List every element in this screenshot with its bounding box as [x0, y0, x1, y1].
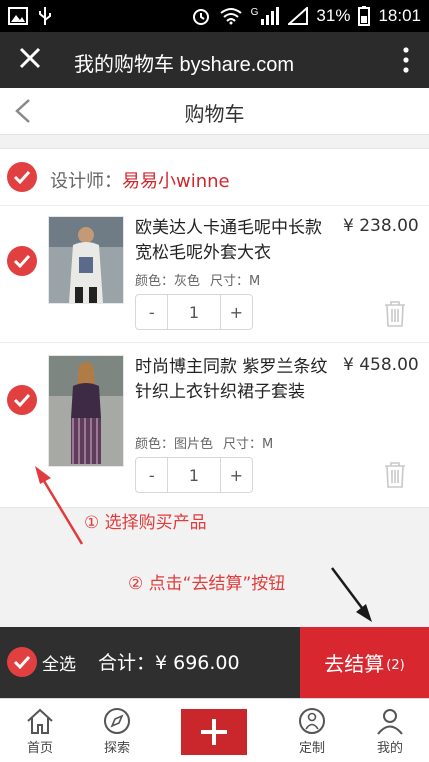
wifi-icon	[220, 8, 242, 25]
tab-profile[interactable]: 我的	[360, 707, 420, 756]
designer-row: 设计师：易易小winne	[0, 149, 429, 206]
tab-publish-button[interactable]	[181, 709, 247, 755]
check-icon	[13, 655, 31, 669]
plus-icon	[201, 719, 227, 745]
browser-title: 我的购物车 byshare.com	[74, 54, 295, 76]
tab-home[interactable]: 首页	[10, 707, 70, 756]
user-icon	[377, 709, 403, 735]
quantity-stepper: - 1 +	[135, 457, 253, 493]
product-image[interactable]	[48, 216, 124, 304]
product-price: ¥ 238.00	[343, 216, 419, 236]
tab-explore[interactable]: 探索	[87, 707, 147, 756]
total-amount: 合计：¥ 696.00	[98, 652, 240, 674]
custom-icon	[299, 708, 325, 734]
annotation-step2: ② 点击“去结算”按钮	[128, 574, 286, 594]
arrow-icon	[331, 567, 372, 622]
tab-label: 我的	[376, 741, 403, 756]
alarm-icon	[192, 9, 209, 25]
item-checkbox[interactable]	[7, 246, 37, 276]
designer-label: 设计师：易易小winne	[50, 167, 230, 193]
quantity-value[interactable]: 1	[167, 458, 221, 492]
compass-icon	[104, 708, 130, 734]
decrease-button[interactable]: -	[136, 295, 167, 329]
product-attributes: 颜色：图片色 尺寸：M	[135, 433, 273, 452]
increase-button[interactable]: +	[221, 458, 252, 492]
check-icon	[13, 254, 31, 268]
designer-name[interactable]: 易易小winne	[122, 171, 230, 192]
checkout-button[interactable]: 去结算 (2)	[300, 627, 429, 698]
cart-section: 设计师：易易小winne 欧美达人卡通毛呢中长款宽松毛呢外套大衣 ¥ 238.0…	[0, 148, 429, 508]
page-header: 购物车	[0, 88, 429, 135]
select-all-checkbox[interactable]	[7, 647, 37, 677]
no-signal-icon	[288, 7, 309, 25]
check-icon	[13, 170, 31, 184]
quantity-stepper: - 1 +	[135, 294, 253, 330]
trash-icon[interactable]	[383, 461, 407, 489]
product-size: 尺寸：M	[223, 437, 274, 452]
designer-checkbox[interactable]	[7, 162, 37, 192]
browser-toolbar: 我的购物车 byshare.com	[0, 32, 429, 88]
cart-item: 欧美达人卡通毛呢中长款宽松毛呢外套大衣 ¥ 238.00 颜色：灰色 尺寸：M -…	[0, 206, 429, 343]
product-title[interactable]: 欧美达人卡通毛呢中长款宽松毛呢外套大衣	[135, 216, 335, 266]
product-title[interactable]: 时尚博主同款 紫罗兰条纹针织上衣针织裙子套装	[135, 355, 335, 405]
product-color: 颜色：图片色	[135, 437, 214, 452]
select-all-label[interactable]: 全选	[42, 650, 76, 675]
status-bar: G 31% 18:01	[0, 0, 429, 32]
check-icon	[13, 393, 31, 407]
signal-icon	[261, 7, 280, 25]
product-attributes: 颜色：灰色 尺寸：M	[135, 270, 260, 289]
checkout-bar: 全选 合计：¥ 696.00 去结算 (2)	[0, 627, 429, 698]
item-checkbox[interactable]	[7, 385, 37, 415]
trash-icon[interactable]	[383, 300, 407, 328]
battery-icon	[358, 6, 371, 26]
product-size: 尺寸：M	[210, 274, 261, 289]
battery-percent: 31%	[316, 6, 351, 25]
product-price: ¥ 458.00	[343, 355, 419, 375]
checkout-label: 去结算	[324, 652, 385, 676]
image-icon	[8, 7, 28, 25]
cart-item: 时尚博主同款 紫罗兰条纹针织上衣针织裙子套装 ¥ 458.00 颜色：图片色 尺寸…	[0, 343, 429, 506]
designer-prefix: 设计师：	[50, 171, 122, 192]
network-type: G	[250, 6, 259, 18]
tab-label: 定制	[298, 741, 325, 756]
tab-label: 首页	[26, 741, 53, 756]
bottom-tab-bar: 首页 探索 定制 我的	[0, 698, 429, 762]
tab-label: 探索	[103, 741, 130, 756]
home-icon	[27, 708, 53, 734]
quantity-value[interactable]: 1	[167, 295, 221, 329]
page-title: 购物车	[184, 102, 245, 126]
clock: 18:01	[378, 6, 421, 25]
product-image[interactable]	[48, 355, 124, 467]
decrease-button[interactable]: -	[136, 458, 167, 492]
checkout-count: (2)	[386, 658, 405, 673]
tab-custom[interactable]: 定制	[282, 707, 342, 756]
product-color: 颜色：灰色	[135, 274, 201, 289]
usb-icon	[39, 7, 51, 25]
close-icon[interactable]	[16, 44, 44, 72]
increase-button[interactable]: +	[221, 295, 252, 329]
more-options-icon[interactable]	[403, 46, 409, 74]
annotation-step1: ① 选择购买产品	[84, 513, 207, 533]
